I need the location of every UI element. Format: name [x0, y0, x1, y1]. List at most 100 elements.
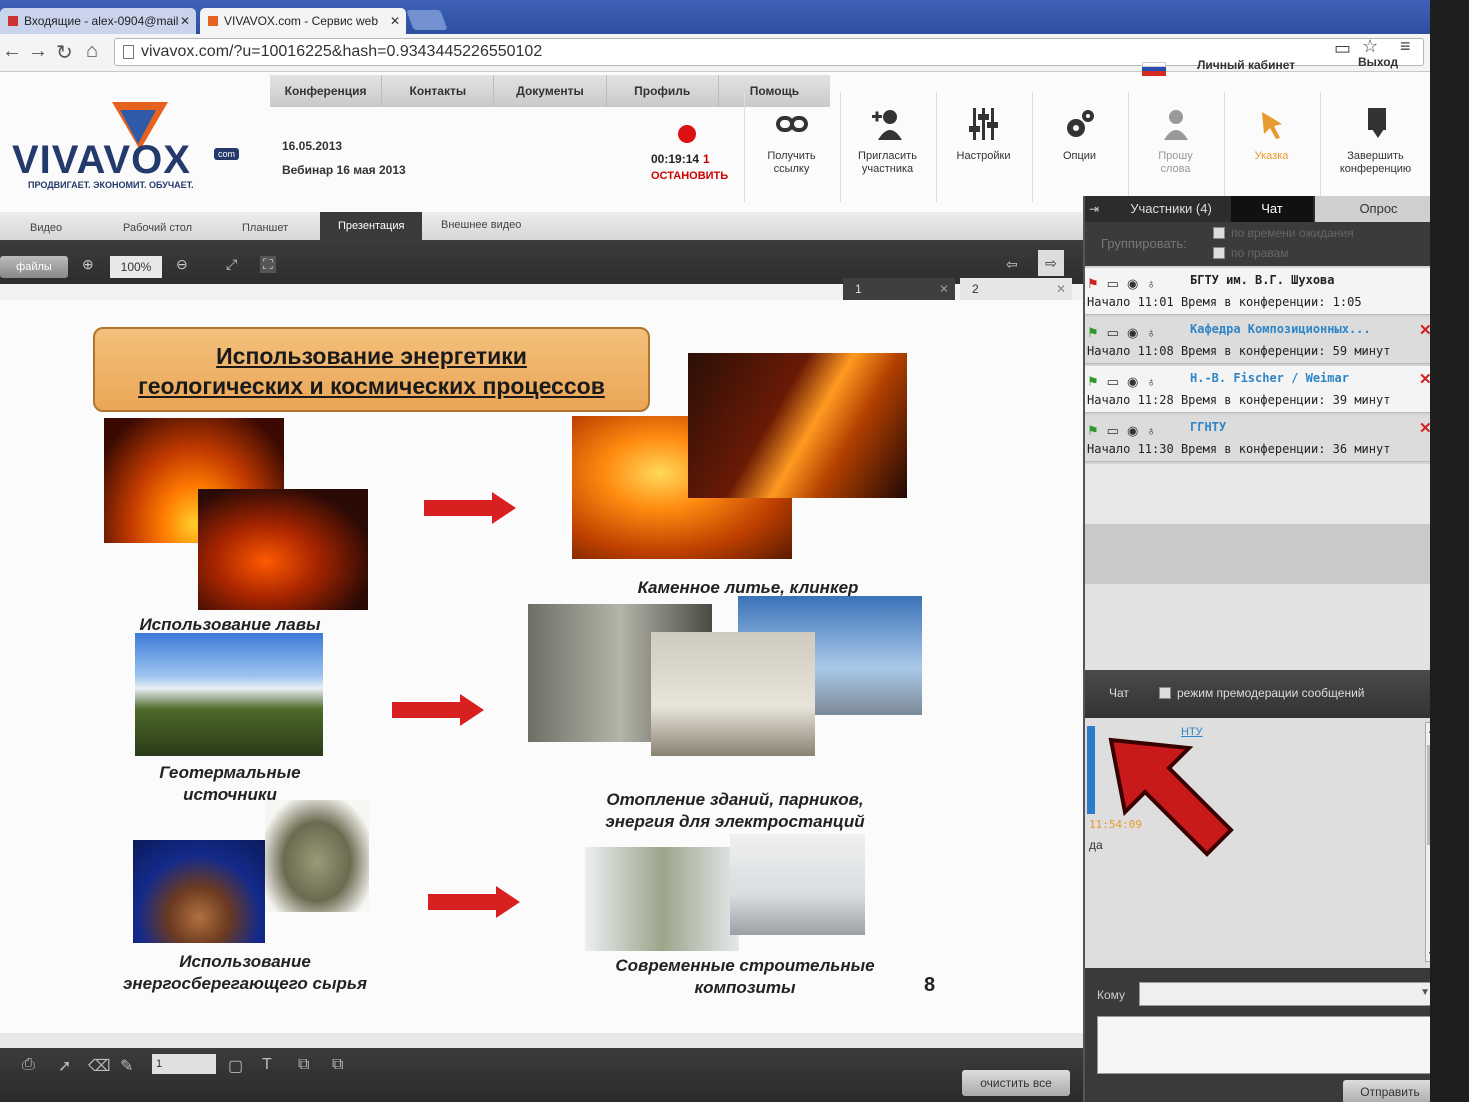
close-tab-icon[interactable]: ✕ — [390, 8, 400, 34]
flag-icon[interactable]: ⚑ — [1087, 374, 1107, 389]
checkbox[interactable] — [1159, 687, 1171, 699]
home-icon[interactable]: ⌂ — [86, 40, 98, 63]
caption-line: Геотермальные — [159, 763, 301, 782]
reload-icon[interactable]: ↻ — [56, 40, 73, 65]
participant-icons: ⚑▭◉♁ — [1087, 276, 1165, 291]
chat-message: да — [1089, 838, 1103, 852]
url-text: vivavox.com/?u=10016225&hash=0.934344522… — [141, 43, 543, 60]
rectangle-icon[interactable]: ▢ — [228, 1056, 243, 1076]
screen-icon[interactable]: ▭ — [1334, 38, 1351, 59]
recipient-select[interactable]: ▼ — [1139, 982, 1437, 1006]
tab-chat[interactable]: Чат — [1231, 196, 1313, 222]
zoom-level[interactable]: 100% — [110, 256, 162, 278]
zoom-in-icon[interactable]: ⊕ — [82, 256, 94, 273]
layer-front-icon[interactable]: ⧉ — [298, 1056, 309, 1074]
tab-video[interactable]: Видео — [30, 212, 62, 240]
page-tab-label: 2 — [972, 282, 979, 296]
collapse-panel-icon[interactable]: ⇥ — [1089, 202, 1099, 216]
participant-name: H.-B. Fischer / Weimar — [1190, 371, 1349, 385]
bookmark-star-icon[interactable]: ☆ — [1362, 36, 1378, 57]
fullscreen-icon[interactable]: ⛶ — [260, 256, 276, 273]
clear-all-button[interactable]: очистить все — [962, 1070, 1070, 1096]
end-conference-button[interactable]: Завершить конференцию — [1320, 92, 1430, 202]
participant-row[interactable]: ⚑▭◉♁ БГТУ им. В.Г. Шухова Начало 11:01 В… — [1085, 268, 1440, 315]
checkbox[interactable] — [1213, 247, 1225, 259]
tab-participants[interactable]: Участники (4) — [1111, 196, 1231, 222]
page-tab-1[interactable]: 1 ✕ — [843, 278, 955, 300]
vivavox-logo[interactable]: VIVAVOX com ПРОДВИГАЕТ. ЭКОНОМИТ. ОБУЧАЕ… — [12, 102, 242, 197]
tool-label: конференцию — [1339, 163, 1412, 175]
text-tool-icon[interactable]: T — [262, 1056, 272, 1074]
page-tab-2[interactable]: 2 ✕ — [960, 278, 1072, 300]
pointer-button[interactable]: Указка — [1224, 92, 1318, 202]
select-arrow-icon[interactable]: ➚ — [58, 1056, 71, 1076]
premoderation-option[interactable]: режим премодерации сообщений — [1159, 686, 1364, 700]
stop-recording-button[interactable]: ОСТАНОВИТЬ — [651, 170, 728, 182]
files-button[interactable]: файлы — [0, 256, 68, 278]
line-width-field[interactable]: 1 — [152, 1054, 216, 1074]
participant-row[interactable]: ⚑▭◉♁ ГГНТУ ✕ Начало 11:30 Время в конфер… — [1085, 415, 1440, 462]
end-conference-icon — [1367, 108, 1386, 138]
forward-icon[interactable]: → — [28, 40, 48, 63]
menu-item-contacts[interactable]: Контакты — [382, 75, 495, 107]
get-link-button[interactable]: Получить ссылку — [744, 92, 838, 202]
print-icon[interactable]: ⎙ — [22, 1056, 35, 1074]
group-by-rights-option[interactable]: по правам — [1213, 246, 1289, 260]
participants-panel: ⇥ Участники (4) Чат Опрос Группировать: … — [1083, 196, 1442, 1102]
caption-line: источники — [183, 785, 277, 804]
invite-participant-button[interactable]: Пригласить участника — [840, 92, 934, 202]
menu-item-profile[interactable]: Профиль — [607, 75, 719, 107]
close-page-icon[interactable]: ✕ — [939, 278, 949, 300]
tool-label: Настройки — [956, 150, 1011, 162]
fit-icon[interactable]: ⤢ — [226, 256, 237, 273]
eraser-icon[interactable]: ⌫ — [88, 1056, 111, 1076]
request-word-button[interactable]: Прошу слова — [1128, 92, 1222, 202]
tab-desktop[interactable]: Рабочий стол — [123, 212, 192, 240]
prev-slide-icon[interactable]: ⇦ — [1006, 256, 1018, 273]
tab-tablet[interactable]: Планшет — [242, 212, 288, 240]
zoom-out-icon[interactable]: ⊖ — [176, 256, 188, 273]
close-tab-icon[interactable]: ✕ — [180, 8, 190, 34]
slide-footer-strip — [0, 1033, 1083, 1048]
next-slide-icon[interactable]: ⇨ — [1038, 250, 1064, 276]
menu-item-conference[interactable]: Конференция — [270, 75, 383, 107]
flag-icon[interactable]: ⚑ — [1087, 276, 1107, 291]
page-icon — [123, 45, 134, 59]
browser-tab-mail[interactable]: Входящие - alex-0904@mail ✕ — [0, 8, 196, 34]
browser-tab-vivavox[interactable]: VIVAVOX.com - Сервис web ✕ — [200, 8, 406, 34]
personal-cabinet-link[interactable]: Личный кабинет — [1197, 58, 1295, 72]
back-icon[interactable]: ← — [2, 40, 22, 63]
tab-external-video[interactable]: Внешнее видео — [441, 212, 521, 240]
message-input[interactable] — [1097, 1016, 1437, 1074]
flag-icon[interactable]: ⚑ — [1087, 325, 1107, 340]
new-tab-button[interactable] — [406, 10, 448, 30]
logout-link[interactable]: Выход — [1358, 55, 1398, 69]
flag-icon[interactable]: ⚑ — [1087, 423, 1107, 438]
group-by-wait-option[interactable]: по времени ожидания — [1213, 226, 1354, 240]
send-button[interactable]: Отправить — [1343, 1080, 1437, 1102]
participant-row[interactable]: ⚑▭◉♁ H.-B. Fischer / Weimar ✕ Начало 11:… — [1085, 366, 1440, 413]
premoderation-label: режим премодерации сообщений — [1177, 686, 1365, 700]
tab-poll[interactable]: Опрос — [1315, 196, 1442, 222]
tool-label: участника — [861, 163, 914, 175]
participant-icons: ⚑▭◉♁ — [1087, 374, 1165, 389]
layer-back-icon[interactable]: ⧉ — [332, 1056, 343, 1074]
view-tabs: Видео Рабочий стол Планшет Презентация В… — [0, 212, 1083, 240]
close-page-icon[interactable]: ✕ — [1056, 278, 1066, 300]
caption-line: Отопление зданий, парников, — [606, 790, 864, 809]
stones-photo — [265, 800, 369, 912]
menu-item-documents[interactable]: Документы — [494, 75, 607, 107]
menu-icon[interactable]: ≡ — [1400, 36, 1411, 57]
participant-start: Начало 11:30 — [1087, 442, 1174, 456]
settings-button[interactable]: Настройки — [936, 92, 1030, 202]
participant-row[interactable]: ⚑▭◉♁ Кафедра Композиционных... ✕ Начало … — [1085, 317, 1440, 364]
checkbox[interactable] — [1213, 227, 1225, 239]
options-button[interactable]: Опции — [1032, 92, 1126, 202]
caption-raw: Использование энергосберегающего сырья — [110, 951, 380, 995]
pencil-icon[interactable]: ✎ — [120, 1056, 133, 1076]
tab-presentation[interactable]: Презентация — [320, 212, 423, 240]
arrow-right-icon — [424, 492, 516, 524]
russian-flag-icon[interactable] — [1142, 62, 1166, 76]
pointer-icon — [1261, 112, 1282, 139]
tool-label: Пригласить — [858, 150, 917, 162]
